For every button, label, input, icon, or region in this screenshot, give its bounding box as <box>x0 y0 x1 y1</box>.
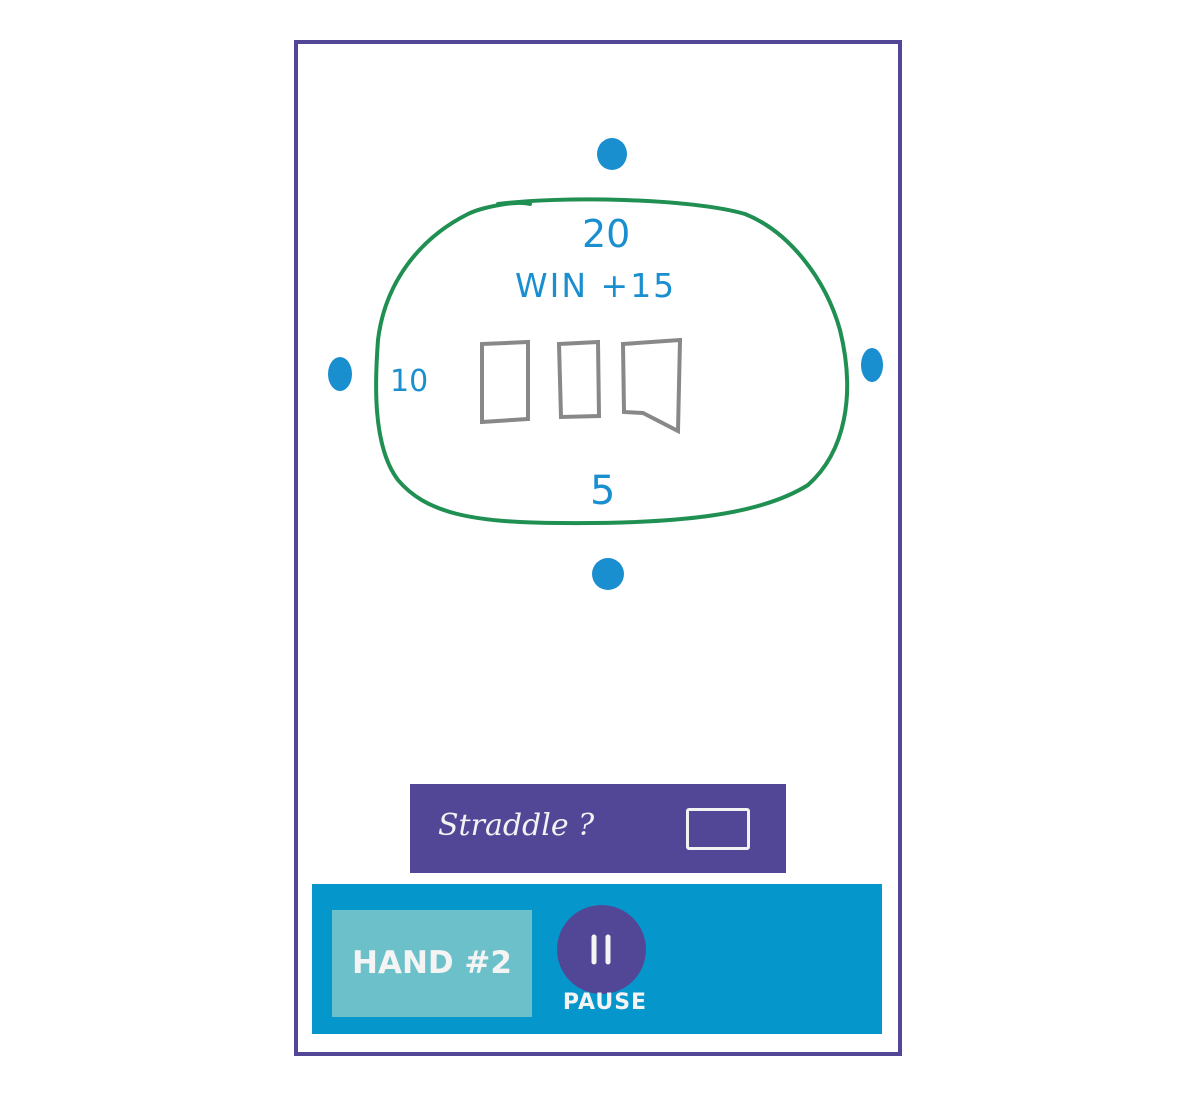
hand-number-button[interactable]: HAND #2 <box>332 910 532 1017</box>
community-card-2 <box>556 339 602 420</box>
pause-icon <box>591 934 611 965</box>
seat-top[interactable] <box>597 138 627 170</box>
pause-label: PAUSE <box>562 990 648 1015</box>
pause-button[interactable] <box>557 905 646 994</box>
win-indicator: WIN +15 <box>515 266 677 305</box>
straddle-label: Straddle ? <box>438 808 595 843</box>
left-seat-bet: 10 <box>390 364 429 399</box>
top-seat-bet: 20 <box>582 212 631 256</box>
bottom-seat-bet: 5 <box>590 468 616 514</box>
community-card-1 <box>480 339 530 425</box>
seat-left[interactable] <box>328 357 352 391</box>
straddle-checkbox[interactable] <box>686 808 750 850</box>
community-card-3 <box>620 337 683 435</box>
seat-bottom[interactable] <box>592 558 624 590</box>
seat-right[interactable] <box>861 348 883 382</box>
